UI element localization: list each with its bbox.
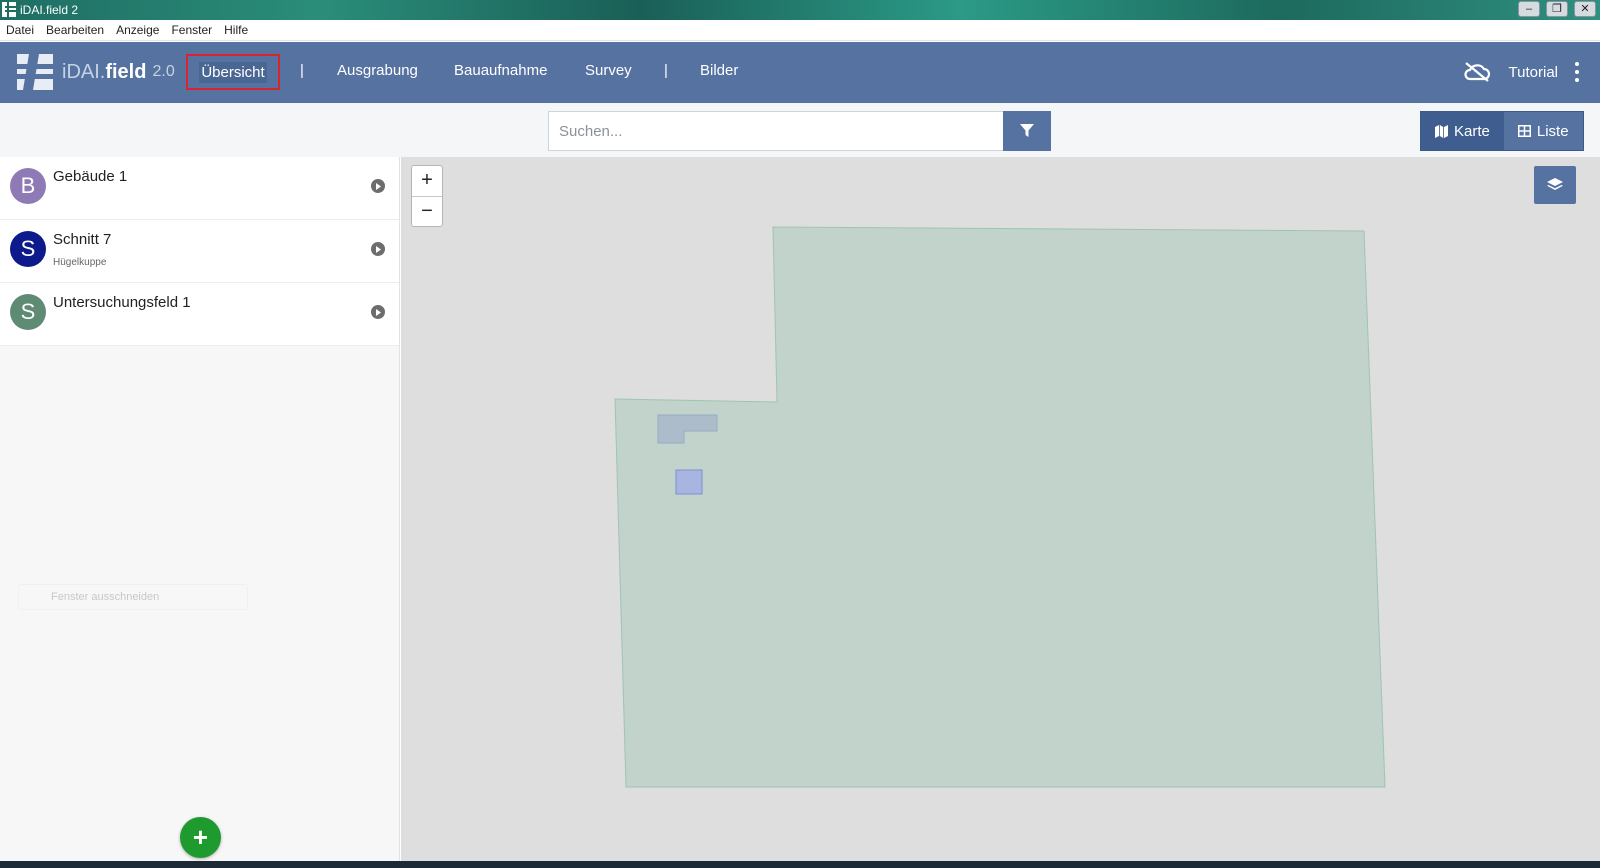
map-view[interactable]: + − xyxy=(401,157,1600,861)
window-titlebar: iDAI.field 2 – ❐ ✕ xyxy=(0,0,1600,20)
menu-fenster[interactable]: Fenster xyxy=(171,23,212,37)
filter-icon xyxy=(1020,124,1034,137)
item-title: Untersuchungsfeld 1 xyxy=(53,294,191,311)
list-item[interactable]: B Gebäude 1 xyxy=(0,157,399,220)
window-controls: – ❐ ✕ xyxy=(1518,1,1596,18)
tab-uebersicht-label: Übersicht xyxy=(199,61,267,83)
nav-separator: | xyxy=(300,62,304,79)
chevron-right-icon[interactable] xyxy=(371,305,385,319)
view-map-button[interactable]: Karte xyxy=(1421,112,1504,150)
tab-bauaufnahme[interactable]: Bauaufnahme xyxy=(454,61,547,81)
os-taskbar xyxy=(0,861,1600,868)
tab-bilder[interactable]: Bilder xyxy=(700,61,738,81)
cloud-off-icon[interactable] xyxy=(1463,61,1491,83)
brand-name: iDAI.field xyxy=(62,60,147,83)
view-list-label: Liste xyxy=(1536,122,1569,140)
menu-anzeige[interactable]: Anzeige xyxy=(116,23,159,37)
survey-area-polygon[interactable] xyxy=(614,226,1386,788)
navbar-right: Tutorial xyxy=(1463,56,1580,88)
menu-bearbeiten[interactable]: Bearbeiten xyxy=(46,23,104,37)
layers-button[interactable] xyxy=(1534,166,1576,204)
zoom-out-button[interactable]: − xyxy=(412,196,442,226)
zoom-in-button[interactable]: + xyxy=(412,166,442,196)
idai-logo-icon xyxy=(17,54,53,90)
nav-separator: | xyxy=(664,62,668,79)
view-toggle: Karte Liste xyxy=(1420,111,1584,151)
resource-sidebar: B Gebäude 1 S Schnitt 7 Hügelkuppe S Unt… xyxy=(0,157,400,861)
view-list-button[interactable]: Liste xyxy=(1503,112,1583,150)
add-resource-button[interactable]: + xyxy=(180,817,221,858)
more-menu-icon[interactable] xyxy=(1574,62,1580,82)
app-logo-icon xyxy=(2,2,16,17)
menu-datei[interactable]: Datei xyxy=(6,23,34,37)
filter-button[interactable] xyxy=(1003,111,1051,151)
search-input[interactable] xyxy=(548,111,1004,151)
main-navbar: iDAI.field 2.0 Übersicht | Ausgrabung Ba… xyxy=(0,42,1600,103)
maximize-button[interactable]: ❐ xyxy=(1546,1,1568,17)
layers-icon xyxy=(1547,178,1563,190)
item-title: Gebäude 1 xyxy=(53,168,128,185)
list-item[interactable]: S Untersuchungsfeld 1 xyxy=(0,283,399,346)
map-icon xyxy=(1435,124,1448,138)
chevron-right-icon[interactable] xyxy=(371,179,385,193)
avatar: B xyxy=(10,168,46,204)
close-button[interactable]: ✕ xyxy=(1574,1,1596,17)
view-map-label: Karte xyxy=(1454,122,1490,140)
tab-uebersicht[interactable]: Übersicht xyxy=(186,54,280,90)
list-item[interactable]: S Schnitt 7 Hügelkuppe xyxy=(0,220,399,283)
search-toolbar: Karte Liste xyxy=(0,103,1600,157)
trench-polygon[interactable] xyxy=(675,469,703,495)
brand[interactable]: iDAI.field 2.0 xyxy=(15,52,175,92)
item-subtitle: Hügelkuppe xyxy=(53,257,107,268)
tab-survey[interactable]: Survey xyxy=(585,61,632,81)
chevron-right-icon[interactable] xyxy=(371,242,385,256)
ghost-tooltip: Fenster ausschneiden xyxy=(18,584,248,610)
menu-hilfe[interactable]: Hilfe xyxy=(224,23,248,37)
zoom-control: + − xyxy=(411,165,443,227)
tutorial-link[interactable]: Tutorial xyxy=(1509,64,1558,81)
menu-bar: Datei Bearbeiten Anzeige Fenster Hilfe xyxy=(0,20,1600,41)
avatar: S xyxy=(10,231,46,267)
resource-list: B Gebäude 1 S Schnitt 7 Hügelkuppe S Unt… xyxy=(0,157,399,346)
minimize-button[interactable]: – xyxy=(1518,1,1540,17)
brand-version: 2.0 xyxy=(152,63,175,80)
tab-ausgrabung[interactable]: Ausgrabung xyxy=(337,61,418,81)
table-icon xyxy=(1517,125,1531,137)
avatar: S xyxy=(10,294,46,330)
window-title: iDAI.field 2 xyxy=(20,3,79,17)
map-canvas[interactable] xyxy=(401,157,1600,861)
item-title: Schnitt 7 xyxy=(53,231,112,248)
